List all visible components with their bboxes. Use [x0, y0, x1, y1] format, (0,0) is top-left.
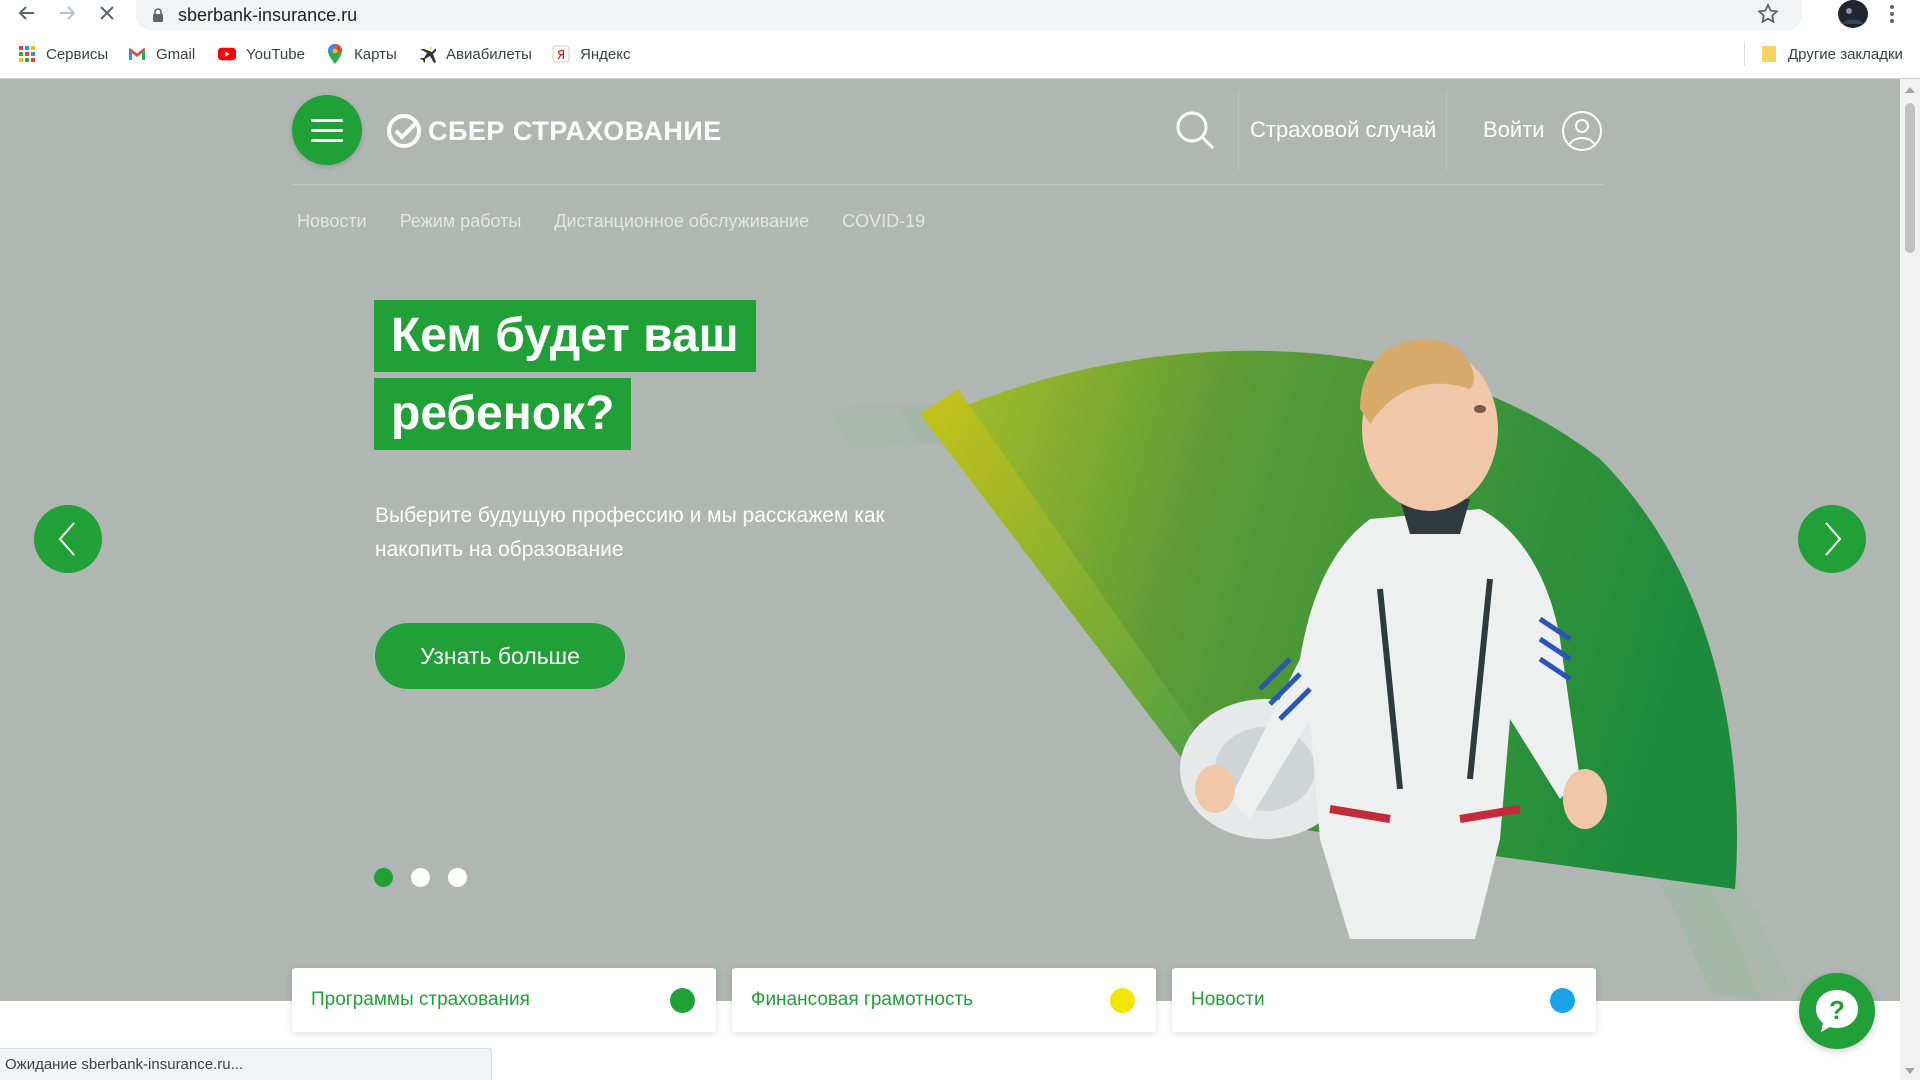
profile-avatar[interactable] — [1838, 0, 1868, 28]
subnav-working-hours[interactable]: Режим работы — [400, 211, 522, 232]
slide-dot-1[interactable] — [374, 868, 393, 887]
chevron-right-icon — [1825, 522, 1842, 556]
scroll-up-arrow[interactable] — [1905, 87, 1915, 93]
bookmark-label: Яндекс — [580, 45, 631, 63]
browser-menu-button[interactable] — [1884, 2, 1900, 26]
card-label: Программы страхования — [311, 989, 530, 1010]
chevron-left-icon — [58, 522, 75, 556]
card-news[interactable]: Новости — [1172, 968, 1596, 1032]
bookmark-flights[interactable]: Авиабилеты — [418, 42, 532, 66]
url-text: sberbank-insurance.ru — [178, 4, 358, 25]
star-icon[interactable] — [1756, 2, 1780, 26]
header-separator — [292, 184, 1604, 185]
question-chat-icon: ? — [1816, 990, 1858, 1032]
card-dot-green — [670, 988, 695, 1013]
bookmark-label: YouTube — [246, 45, 305, 63]
slider-pagination — [374, 868, 467, 887]
bookmark-services[interactable]: Сервисы — [18, 42, 108, 66]
yandex-icon: Я — [552, 45, 570, 63]
scroll-thumb[interactable] — [1905, 103, 1915, 253]
browser-toolbar: sberbank-insurance.ru — [0, 0, 1920, 30]
scroll-down-arrow[interactable] — [1905, 1068, 1915, 1074]
menu-button[interactable] — [292, 95, 362, 165]
bookmark-label: Gmail — [156, 45, 196, 63]
forward-button[interactable] — [52, 0, 82, 26]
bookmark-yandex[interactable]: Я Яндекс — [552, 42, 630, 66]
forward-arrow-icon — [60, 6, 76, 20]
sber-check-icon — [387, 114, 421, 148]
prev-slide-button[interactable] — [34, 505, 102, 573]
card-financial-literacy[interactable]: Финансовая грамотность — [732, 968, 1156, 1032]
learn-more-button[interactable]: Узнать больше — [375, 623, 625, 689]
bookmark-maps[interactable]: Карты — [326, 42, 397, 66]
svg-text:?: ? — [1829, 995, 1845, 1025]
bookmark-gmail[interactable]: Gmail — [128, 42, 195, 66]
user-icon[interactable] — [1561, 110, 1603, 152]
slide-dot-2[interactable] — [411, 868, 430, 887]
subnav-remote-service[interactable]: Дистанционное обслуживание — [554, 211, 809, 232]
back-arrow-icon — [18, 6, 34, 20]
hero-title-line-2: ребенок? — [374, 378, 632, 450]
insurance-claim-link[interactable]: Страховой случай — [1250, 117, 1436, 143]
apps-grid-icon — [18, 45, 36, 63]
header-divider — [1238, 89, 1239, 169]
subnav-covid[interactable]: COVID-19 — [842, 211, 925, 232]
hero-title-line-1: Кем будет ваш — [374, 300, 756, 372]
bookmarks-divider — [1744, 42, 1745, 66]
help-chat-button[interactable]: ? — [1799, 973, 1875, 1049]
subnav-news[interactable]: Новости — [297, 211, 367, 232]
card-label: Финансовая грамотность — [751, 989, 974, 1010]
other-bookmarks-label: Другие закладки — [1788, 45, 1903, 63]
bookmarks-bar: Сервисы Gmail YouTube Карты Авиабилеты Я… — [0, 38, 1920, 70]
page-scrollbar[interactable] — [1900, 79, 1920, 1080]
stop-loading-button[interactable] — [92, 0, 122, 26]
close-icon — [100, 6, 114, 20]
maps-pin-icon — [326, 44, 344, 64]
status-bar: Ожидание sberbank-insurance.ru... — [0, 1048, 492, 1080]
other-bookmarks[interactable]: Другие закладки — [1760, 42, 1903, 66]
header-divider — [1446, 89, 1447, 169]
slide-dot-3[interactable] — [448, 868, 467, 887]
sub-navigation: Новости Режим работы Дистанционное обслу… — [297, 211, 925, 232]
login-link[interactable]: Войти — [1483, 117, 1545, 143]
airplane-icon — [418, 45, 436, 63]
avatar-icon — [1839, 0, 1867, 28]
sber-logo[interactable]: СБЕР СТРАХОВАНИЕ — [386, 113, 722, 149]
bookmark-label: Карты — [354, 45, 397, 63]
back-button[interactable] — [12, 0, 42, 26]
bookmark-label: Сервисы — [46, 45, 109, 63]
youtube-icon — [218, 45, 236, 63]
address-bar[interactable]: sberbank-insurance.ru — [136, 0, 1802, 30]
card-label: Новости — [1191, 989, 1265, 1010]
hero-subtitle: Выберите будущую профессию и мы расскаже… — [375, 504, 885, 561]
hero-illustration — [830, 339, 1790, 1009]
card-dot-yellow — [1110, 988, 1135, 1013]
folder-icon — [1760, 45, 1778, 63]
svg-text:Я: Я — [557, 48, 565, 62]
lock-icon — [153, 8, 163, 22]
bookmark-label: Авиабилеты — [446, 45, 532, 63]
page-viewport: СБЕР СТРАХОВАНИЕ Страховой случай Войти … — [0, 79, 1900, 1080]
next-slide-button[interactable] — [1798, 505, 1866, 573]
bookmark-youtube[interactable]: YouTube — [218, 42, 305, 66]
card-dot-blue — [1550, 988, 1575, 1013]
search-icon[interactable] — [1175, 110, 1215, 150]
logo-text: СБЕР СТРАХОВАНИЕ — [428, 115, 722, 146]
gmail-icon — [128, 45, 146, 63]
card-insurance-programs[interactable]: Программы страхования — [292, 968, 716, 1032]
